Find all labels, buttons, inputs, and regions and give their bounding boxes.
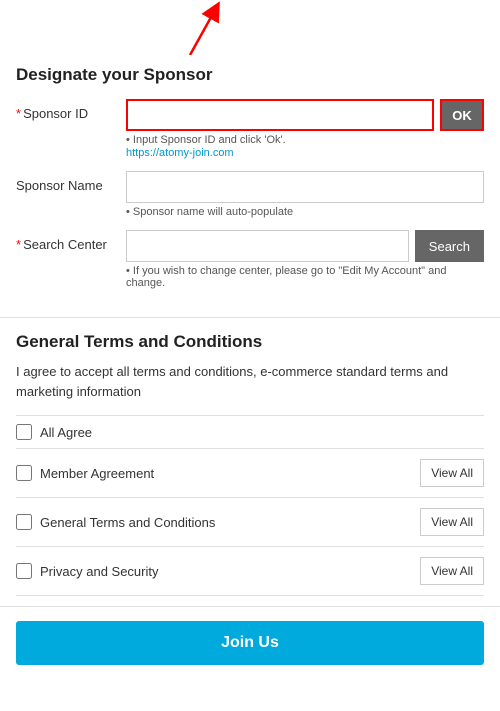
- term-checkbox-1[interactable]: [16, 514, 32, 530]
- all-agree-row: All Agree: [16, 415, 484, 449]
- join-section: Join Us: [0, 607, 500, 679]
- term-checkbox-0[interactable]: [16, 465, 32, 481]
- sponsor-id-input[interactable]: [126, 99, 434, 131]
- sponsor-id-hint: • Input Sponsor ID and click 'Ok'.: [126, 134, 484, 146]
- term-row-label-2: Privacy and Security: [16, 563, 420, 579]
- search-center-row: *Search Center Search • If you wish to c…: [16, 230, 484, 289]
- sponsor-id-row: *Sponsor ID OK • Input Sponsor ID and cl…: [16, 99, 484, 159]
- sponsor-id-input-col: OK • Input Sponsor ID and click 'Ok'. ht…: [126, 99, 484, 159]
- search-center-input-col: Search • If you wish to change center, p…: [126, 230, 484, 289]
- sponsor-name-input[interactable]: [126, 171, 484, 203]
- required-star-2: *: [16, 237, 21, 252]
- terms-description: I agree to accept all terms and conditio…: [16, 362, 484, 401]
- sponsor-id-ok-button[interactable]: OK: [440, 99, 484, 131]
- term-label-1: General Terms and Conditions: [40, 515, 215, 530]
- terms-section-title: General Terms and Conditions: [16, 332, 484, 352]
- terms-section: General Terms and Conditions I agree to …: [0, 318, 500, 607]
- term-row-2: Privacy and Security View All: [16, 547, 484, 596]
- term-row-label-0: Member Agreement: [16, 465, 420, 481]
- term-checkbox-2[interactable]: [16, 563, 32, 579]
- search-center-label: *Search Center: [16, 230, 126, 252]
- sponsor-name-label: Sponsor Name: [16, 171, 126, 193]
- sponsor-id-hint-link: https://atomy-join.com: [126, 147, 484, 159]
- designate-sponsor-section: Designate your Sponsor *Sponsor ID OK • …: [0, 55, 500, 318]
- search-center-input[interactable]: [126, 230, 409, 262]
- join-us-button[interactable]: Join Us: [16, 621, 484, 665]
- sponsor-name-input-col: • Sponsor name will auto-populate: [126, 171, 484, 218]
- term-row-0: Member Agreement View All: [16, 449, 484, 498]
- search-center-hint: • If you wish to change center, please g…: [126, 265, 484, 289]
- search-center-input-group: Search: [126, 230, 484, 262]
- designate-section-title: Designate your Sponsor: [16, 65, 484, 85]
- term-row-label-1: General Terms and Conditions: [16, 514, 420, 530]
- sponsor-name-hint: • Sponsor name will auto-populate: [126, 206, 484, 218]
- sponsor-name-row: Sponsor Name • Sponsor name will auto-po…: [16, 171, 484, 218]
- all-agree-checkbox[interactable]: [16, 424, 32, 440]
- view-all-button-1[interactable]: View All: [420, 508, 484, 536]
- term-row-1: General Terms and Conditions View All: [16, 498, 484, 547]
- term-label-2: Privacy and Security: [40, 564, 159, 579]
- view-all-button-0[interactable]: View All: [420, 459, 484, 487]
- term-label-0: Member Agreement: [40, 466, 154, 481]
- sponsor-id-input-group: OK: [126, 99, 484, 131]
- required-star: *: [16, 106, 21, 121]
- sponsor-id-label: *Sponsor ID: [16, 99, 126, 121]
- all-agree-label[interactable]: All Agree: [40, 425, 92, 440]
- view-all-button-2[interactable]: View All: [420, 557, 484, 585]
- arrow-indicator: [160, 0, 240, 55]
- search-center-button[interactable]: Search: [415, 230, 484, 262]
